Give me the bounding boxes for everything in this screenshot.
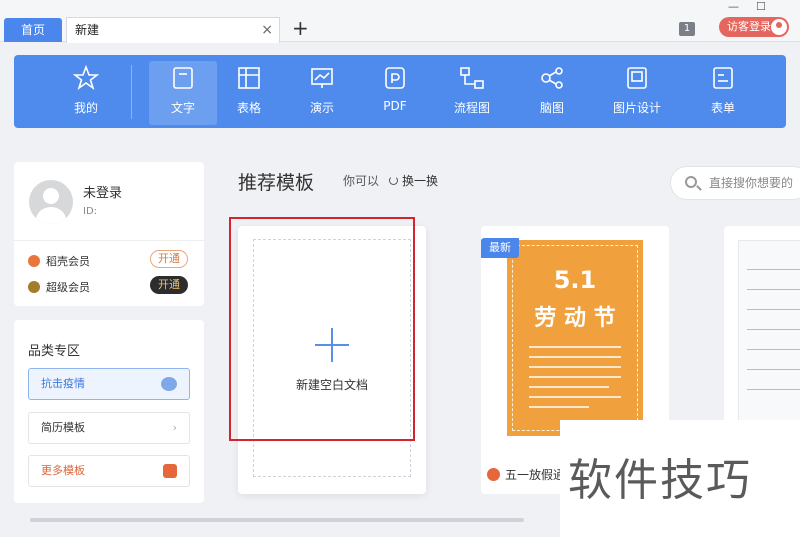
docer-logo-icon <box>487 468 500 481</box>
vip-row-docer: 稻壳会员 <box>28 253 90 269</box>
avatar[interactable] <box>29 180 73 224</box>
poster-text-line <box>529 386 609 388</box>
tool-text[interactable]: 文字 <box>149 61 217 125</box>
template-name-label: 五一放假通 <box>505 468 566 482</box>
category-title: 品类专区 <box>28 344 81 359</box>
tool-mine[interactable]: 我的 <box>52 61 120 125</box>
presentation-icon <box>311 68 333 88</box>
tool-label: 我的 <box>73 101 98 115</box>
watermark-text: 软件技巧 <box>568 455 752 506</box>
refresh-label: 换一换 <box>402 174 439 188</box>
tool-image-design[interactable]: 图片设计 <box>603 61 671 125</box>
image-design-icon <box>627 67 647 89</box>
docer-vip-icon <box>28 255 40 267</box>
table-icon <box>238 67 260 89</box>
template-thumbnail: 5.1 劳 动 节 <box>507 240 643 436</box>
tool-label: 表单 <box>710 101 735 115</box>
tool-label: 图片设计 <box>612 101 661 115</box>
form-icon <box>713 67 733 89</box>
poster-title: 劳 动 节 <box>534 306 616 331</box>
add-tab-button[interactable]: + <box>292 16 309 40</box>
refresh-icon <box>389 176 398 185</box>
template-name: 五一放假通 <box>487 466 565 483</box>
tab-home[interactable]: 首页 <box>4 18 62 42</box>
tool-label: 表格 <box>236 101 261 115</box>
tool-presentation[interactable]: 演示 <box>288 61 356 125</box>
doc-line <box>747 369 800 370</box>
template-thumbnail <box>738 240 800 436</box>
open-docer-vip-button[interactable]: 开通 <box>150 250 188 268</box>
user-name[interactable]: 未登录 <box>83 182 122 201</box>
minimize-icon[interactable]: — <box>728 0 739 13</box>
tool-flowchart[interactable]: 流程图 <box>438 61 506 125</box>
tool-label: 流程图 <box>453 101 490 115</box>
tool-label: 演示 <box>309 101 334 115</box>
search-input[interactable]: 直接搜你想要的 <box>670 166 800 200</box>
poster-text-line <box>529 376 621 378</box>
docer-logo-icon <box>163 456 177 490</box>
watermark: 软件技巧 <box>560 420 800 537</box>
poster-text-line <box>529 396 621 398</box>
divider <box>14 240 204 241</box>
toolbar-divider <box>131 65 132 119</box>
tab-new[interactable]: 新建 × <box>66 17 280 43</box>
poster-number: 5.1 <box>553 266 597 294</box>
poster-text-line <box>529 406 589 408</box>
close-icon[interactable]: × <box>261 18 273 42</box>
guest-login-button[interactable]: 访客登录 <box>719 17 789 37</box>
maximize-icon[interactable]: ☐ <box>756 0 766 13</box>
flowchart-icon <box>460 67 484 89</box>
tool-mindmap[interactable]: 脑图 <box>518 61 586 125</box>
user-card: 未登录 ID: 稻壳会员 开通 超级会员 开通 <box>14 162 204 306</box>
chevron-right-icon: › <box>172 421 177 434</box>
category-item-more[interactable]: 更多模板 <box>28 455 190 487</box>
category-item-resume[interactable]: 简历模板 › <box>28 412 190 444</box>
tab-new-label: 新建 <box>75 23 100 37</box>
category-label: 抗击疫情 <box>41 377 85 390</box>
poster-text-line <box>529 346 621 348</box>
section-subtitle: 你可以 <box>343 174 380 188</box>
page-count-badge[interactable]: 1 <box>679 22 695 36</box>
super-vip-icon <box>28 281 40 293</box>
star-icon <box>73 65 99 91</box>
category-label: 简历模板 <box>41 421 85 434</box>
guest-login-label: 访客登录 <box>727 20 771 33</box>
doc-line <box>747 349 800 350</box>
vip-label: 超级会员 <box>46 281 90 294</box>
user-avatar-icon <box>771 19 787 35</box>
tool-spreadsheet[interactable]: 表格 <box>215 61 283 125</box>
document-icon <box>173 67 193 89</box>
category-item-epidemic[interactable]: 抗击疫情 <box>28 368 190 400</box>
app-type-toolbar: 我的 文字 表格 演示 PDF 流程图 脑图 图片设计 表单 <box>14 55 786 128</box>
tool-pdf[interactable]: PDF <box>361 61 429 125</box>
doc-line <box>747 289 800 290</box>
user-id: ID: <box>83 206 98 217</box>
pdf-icon <box>385 67 405 89</box>
tab-bar: 首页 新建 × + 1 访客登录 — ☐ <box>0 0 800 43</box>
doc-line <box>747 309 800 310</box>
refresh-button[interactable]: 换一换 <box>389 172 438 189</box>
poster-text-line <box>529 356 621 358</box>
mindmap-icon <box>541 67 563 89</box>
vip-label: 稻壳会员 <box>46 255 90 268</box>
doc-line <box>747 389 800 390</box>
tool-label: PDF <box>383 99 407 113</box>
open-super-vip-button[interactable]: 开通 <box>150 276 188 294</box>
tool-label: 文字 <box>170 101 195 115</box>
search-placeholder: 直接搜你想要的 <box>709 176 794 190</box>
new-badge: 最新 <box>481 238 519 258</box>
vip-row-super: 超级会员 <box>28 279 90 295</box>
horizontal-scrollbar[interactable] <box>30 518 524 522</box>
tool-form[interactable]: 表单 <box>689 61 757 125</box>
category-label: 更多模板 <box>41 464 85 477</box>
category-card: 品类专区 抗击疫情 简历模板 › 更多模板 <box>14 320 204 503</box>
doc-line <box>747 269 800 270</box>
tool-label: 脑图 <box>539 101 564 115</box>
search-icon <box>685 176 697 188</box>
highlight-box <box>229 217 415 441</box>
poster-text-line <box>529 366 621 368</box>
section-title: 推荐模板 <box>238 172 315 194</box>
doc-line <box>747 329 800 330</box>
bear-icon <box>161 369 177 403</box>
